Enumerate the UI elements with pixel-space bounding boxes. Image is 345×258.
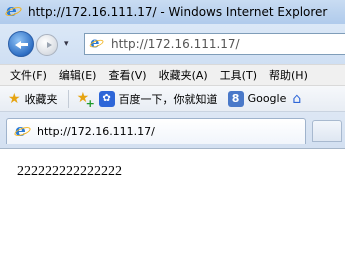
favorites-bar: ★ 收藏夹 ★ + ✿ 百度一下，你就知道 8 Google ⌂ [0, 86, 345, 112]
address-bar[interactable]: e http://172.16.111.17/ [84, 33, 345, 55]
page-content: 222222222222222 [0, 148, 345, 258]
back-button[interactable] [8, 31, 34, 57]
favorites-button-label[interactable]: 收藏夹 [25, 91, 58, 107]
menu-tools[interactable]: 工具(T) [214, 67, 263, 83]
new-tab-button[interactable] [312, 120, 342, 142]
menu-view[interactable]: 查看(V) [102, 67, 152, 83]
tab-row: e http://172.16.111.17/ [0, 112, 345, 148]
favorites-divider [67, 89, 69, 108]
favorite-link-baidu[interactable]: 百度一下，你就知道 [119, 91, 218, 107]
window-title: http://172.16.111.17/ - Windows Internet… [28, 5, 328, 19]
tab-label: http://172.16.111.17/ [37, 125, 155, 138]
tab-page-icon: e [13, 121, 32, 141]
menu-bar: 文件(F) 编辑(E) 查看(V) 收藏夹(A) 工具(T) 帮助(H) [0, 64, 345, 86]
page-text: 222222222222222 [17, 164, 122, 179]
menu-help[interactable]: 帮助(H) [263, 67, 314, 83]
google-g-icon[interactable]: 8 [227, 90, 244, 107]
home-icon[interactable]: ⌂ [292, 91, 301, 107]
title-bar: e http://172.16.111.17/ - Windows Intern… [0, 0, 345, 24]
favorites-star-icon[interactable]: ★ [8, 92, 21, 106]
ie-logo-icon: e [4, 1, 23, 21]
forward-button[interactable] [36, 34, 58, 56]
recent-pages-dropdown-icon[interactable]: ▾ [64, 39, 69, 49]
menu-file[interactable]: 文件(F) [4, 67, 53, 83]
add-to-favorites-bar-icon[interactable]: ★ + [77, 91, 95, 110]
favorite-link-google[interactable]: Google [248, 92, 287, 105]
tab-current[interactable]: e http://172.16.111.17/ [6, 118, 306, 144]
baidu-paw-icon[interactable]: ✿ [98, 90, 115, 107]
navigation-bar: ▾ e http://172.16.111.17/ [0, 24, 345, 64]
page-icon: e [88, 35, 105, 52]
menu-edit[interactable]: 编辑(E) [53, 67, 103, 83]
menu-favorites[interactable]: 收藏夹(A) [153, 67, 214, 83]
address-url[interactable]: http://172.16.111.17/ [111, 37, 240, 51]
